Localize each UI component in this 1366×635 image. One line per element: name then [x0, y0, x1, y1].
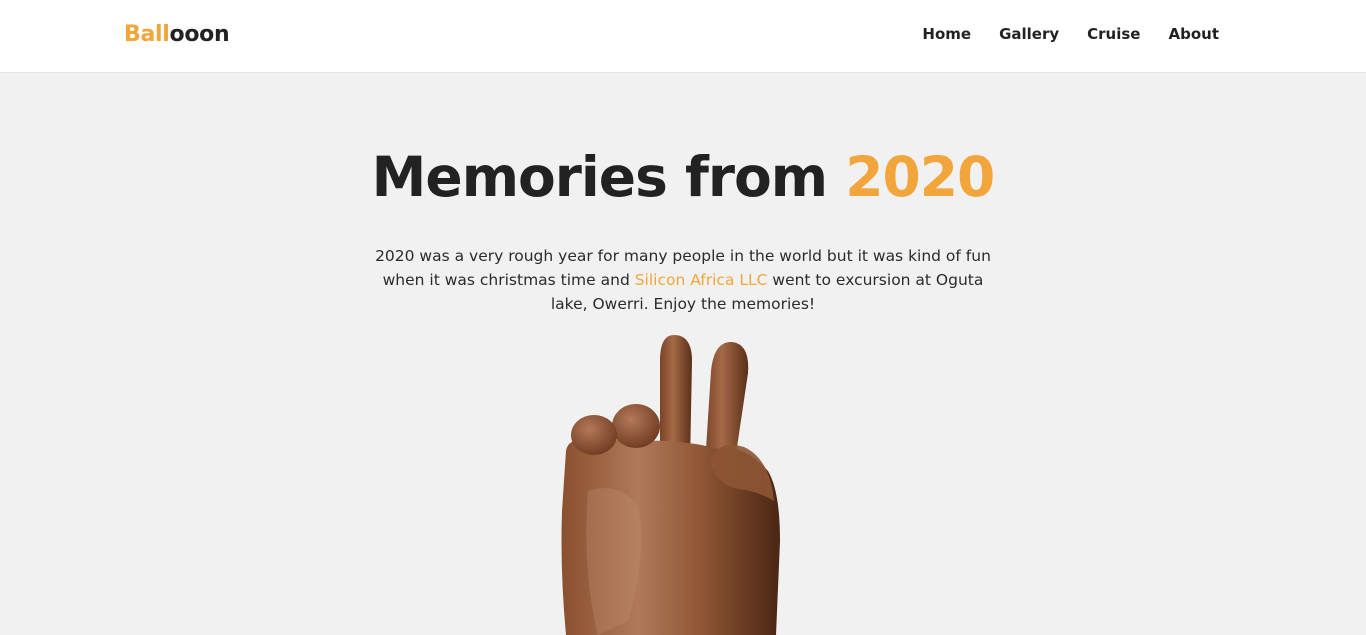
logo-accent: Ball: [124, 22, 170, 47]
logo[interactable]: Ballooon: [124, 22, 230, 47]
nav-gallery[interactable]: Gallery: [999, 25, 1059, 43]
hero-description: 2020 was a very rough year for many peop…: [373, 244, 993, 316]
nav-cruise[interactable]: Cruise: [1087, 25, 1140, 43]
hero-section: Memories from 2020 2020 was a very rough…: [0, 73, 1366, 635]
page-title: Memories from 2020: [0, 145, 1366, 209]
pinky-knuckle: [571, 415, 617, 455]
peace-hand-image: [561, 335, 780, 635]
title-text: Memories from: [371, 145, 846, 209]
silicon-africa-link[interactable]: Silicon Africa LLC: [635, 271, 768, 289]
nav-home[interactable]: Home: [922, 25, 971, 43]
nav-about[interactable]: About: [1168, 25, 1219, 43]
ring-knuckle: [612, 404, 660, 448]
main-nav: Home Gallery Cruise About: [922, 25, 1219, 43]
logo-rest: ooon: [169, 22, 230, 47]
site-header: Ballooon Home Gallery Cruise About: [0, 0, 1366, 73]
title-year: 2020: [845, 145, 995, 209]
